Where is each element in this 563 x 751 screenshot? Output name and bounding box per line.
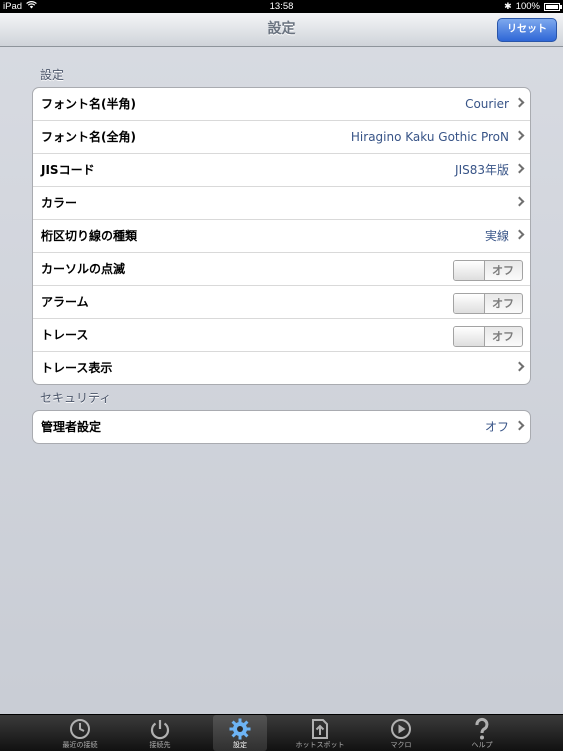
row-value: Hiragino Kaku Gothic ProN	[350, 130, 509, 144]
bluetooth-icon: ✱	[504, 1, 512, 11]
row-cursor-blink: カーソルの点滅 オフ	[33, 252, 530, 285]
row-alarm: アラーム オフ	[33, 285, 530, 318]
chevron-right-icon	[514, 97, 525, 108]
security-group: 管理者設定 オフ	[32, 410, 531, 444]
section-header-security: セキュリティ	[40, 391, 112, 405]
alarm-toggle[interactable]: オフ	[453, 293, 523, 314]
page-title: 設定	[267, 21, 296, 37]
toggle-state: オフ	[492, 330, 514, 343]
row-separator-type[interactable]: 桁区切り線の種類 実線	[33, 219, 530, 252]
gear-icon	[229, 718, 251, 740]
clock-icon	[70, 719, 90, 739]
row-admin-settings[interactable]: 管理者設定 オフ	[33, 411, 530, 443]
power-icon	[150, 720, 170, 740]
chevron-right-icon	[514, 361, 525, 372]
tab-label: 設定	[233, 741, 247, 749]
toggle-knob	[454, 327, 485, 346]
upload-icon	[312, 719, 328, 739]
help-icon	[475, 717, 489, 740]
row-font-halfwidth[interactable]: フォント名(半角) Courier	[33, 88, 530, 120]
battery-percent: 100%	[515, 1, 540, 12]
tab-macro[interactable]: マクロ	[374, 715, 428, 751]
battery-icon	[544, 2, 562, 11]
tab-bar: 最近の接続 接続先 設定 ホットスポット マクロ ヘルプ	[0, 714, 563, 751]
tab-hotspot[interactable]: ホットスポット	[293, 715, 347, 751]
row-label: アラーム	[41, 295, 89, 309]
tab-label: マクロ	[390, 741, 412, 749]
row-label: JISコード	[41, 163, 95, 177]
tab-label: 最近の接続	[62, 741, 98, 749]
row-jis-code[interactable]: JISコード JIS83年版	[33, 153, 530, 186]
toggle-knob	[454, 294, 485, 313]
chevron-right-icon	[514, 229, 525, 240]
row-value: オフ	[484, 420, 509, 434]
row-trace-display[interactable]: トレース表示	[33, 351, 530, 384]
tab-connections[interactable]: 接続先	[133, 715, 187, 751]
chevron-right-icon	[514, 196, 525, 207]
row-trace: トレース オフ	[33, 318, 530, 351]
row-label: トレース	[41, 328, 89, 342]
toggle-state: オフ	[492, 297, 514, 310]
tab-recent-connections[interactable]: 最近の接続	[53, 715, 107, 751]
row-color[interactable]: カラー	[33, 186, 530, 219]
chevron-right-icon	[514, 163, 525, 174]
tab-label: ホットスポット	[295, 741, 345, 749]
row-value: Courier	[465, 97, 509, 111]
toggle-knob	[454, 261, 485, 280]
chevron-right-icon	[514, 420, 525, 431]
row-font-fullwidth[interactable]: フォント名(全角) Hiragino Kaku Gothic ProN	[33, 120, 530, 153]
trace-toggle[interactable]: オフ	[453, 326, 523, 347]
tab-settings[interactable]: 設定	[213, 715, 267, 751]
reset-button[interactable]: リセット	[497, 18, 557, 42]
settings-group: フォント名(半角) Courier フォント名(全角) Hiragino Kak…	[32, 87, 531, 385]
row-value: 実線	[484, 229, 509, 243]
cursor-blink-toggle[interactable]: オフ	[453, 260, 523, 281]
row-label: フォント名(全角)	[41, 130, 136, 144]
play-icon	[391, 719, 411, 739]
row-label: カーソルの点滅	[41, 262, 126, 276]
tab-label: 接続先	[149, 741, 171, 749]
row-label: フォント名(半角)	[41, 97, 136, 111]
row-label: 桁区切り線の種類	[41, 229, 138, 243]
row-label: カラー	[41, 196, 78, 210]
tab-help[interactable]: ヘルプ	[455, 715, 509, 751]
status-bar: iPad 13:58 ✱ 100%	[0, 0, 563, 13]
chevron-right-icon	[514, 130, 525, 141]
status-time: 13:58	[269, 1, 294, 12]
row-value: JIS83年版	[455, 163, 509, 177]
row-label: トレース表示	[41, 361, 113, 375]
toggle-state: オフ	[492, 264, 514, 277]
row-label: 管理者設定	[41, 420, 102, 434]
section-header-settings: 設定	[40, 68, 65, 82]
tab-label: ヘルプ	[471, 741, 493, 749]
navigation-bar: 設定 リセット	[0, 13, 563, 47]
